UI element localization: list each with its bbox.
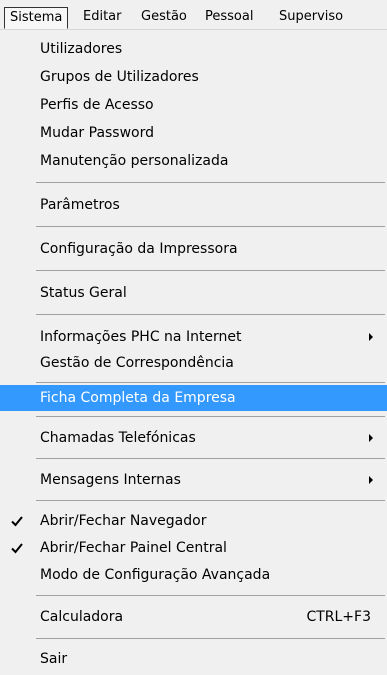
menu-item-label: Chamadas Telefónicas — [40, 430, 196, 446]
checkmark-icon — [11, 543, 23, 554]
menu-item-label: Abrir/Fechar Painel Central — [40, 540, 227, 556]
menu-item-label: Configuração da Impressora — [40, 241, 238, 257]
menu-item-label: Status Geral — [40, 285, 127, 301]
submenu-arrow-icon — [369, 333, 373, 341]
menu-item-calculadora[interactable]: Calculadora CTRL+F3 — [0, 604, 387, 630]
menu-item-label: Mensagens Internas — [40, 472, 181, 488]
menu-item-label: Grupos de Utilizadores — [40, 69, 199, 85]
submenu-arrow-icon — [369, 434, 373, 442]
menu-item-label: Perfis de Acesso — [40, 97, 154, 113]
sistema-dropdown-menu: Utilizadores Grupos de Utilizadores Perf… — [0, 30, 387, 675]
menu-separator — [36, 416, 385, 417]
menu-separator — [36, 458, 385, 459]
menu-item-perfis-de-acesso[interactable]: Perfis de Acesso — [0, 92, 387, 118]
menu-item-label: Sair — [40, 651, 68, 667]
menu-item-mudar-password[interactable]: Mudar Password — [0, 120, 387, 146]
menu-item-label: Manutenção personalizada — [40, 153, 229, 169]
menu-separator — [36, 314, 385, 315]
menu-separator — [36, 270, 385, 271]
menu-bar: Sistema Editar Gestão Pessoal Superviso — [0, 0, 387, 30]
menu-item-abrir-fechar-painel-central[interactable]: Abrir/Fechar Painel Central — [0, 535, 387, 561]
menu-editar[interactable]: Editar — [78, 7, 127, 29]
menu-gestao[interactable]: Gestão — [136, 7, 192, 29]
menu-item-sair[interactable]: Sair — [0, 646, 387, 672]
submenu-arrow-icon — [369, 476, 373, 484]
menu-item-chamadas-telefonicas[interactable]: Chamadas Telefónicas — [0, 425, 387, 451]
menu-item-informacoes-phc-na-internet[interactable]: Informações PHC na Internet — [0, 324, 387, 350]
menu-item-label: Modo de Configuração Avançada — [40, 567, 271, 583]
checkmark-icon — [11, 516, 23, 527]
menu-item-abrir-fechar-navegador[interactable]: Abrir/Fechar Navegador — [0, 508, 387, 534]
menu-item-grupos-de-utilizadores[interactable]: Grupos de Utilizadores — [0, 64, 387, 90]
menu-item-label: Utilizadores — [40, 41, 123, 57]
menu-separator — [36, 595, 385, 596]
menu-sistema[interactable]: Sistema — [4, 7, 69, 29]
menu-item-modo-de-configuracao-avancada[interactable]: Modo de Configuração Avançada — [0, 562, 387, 588]
menu-item-utilizadores[interactable]: Utilizadores — [0, 36, 387, 62]
menu-item-manutencao-personalizada[interactable]: Manutenção personalizada — [0, 148, 387, 174]
menu-item-label: Ficha Completa da Empresa — [40, 390, 236, 406]
menu-separator — [36, 382, 385, 383]
menu-item-ficha-completa-da-empresa[interactable]: Ficha Completa da Empresa — [0, 385, 387, 411]
menu-item-status-geral[interactable]: Status Geral — [0, 280, 387, 306]
menu-item-label: Abrir/Fechar Navegador — [40, 513, 207, 529]
menu-superviso[interactable]: Superviso — [274, 7, 348, 29]
menu-item-label: Informações PHC na Internet — [40, 329, 242, 345]
menu-item-mensagens-internas[interactable]: Mensagens Internas — [0, 467, 387, 493]
menu-separator — [36, 500, 385, 501]
menu-separator — [36, 638, 385, 639]
menu-item-label: Mudar Password — [40, 125, 155, 141]
menu-item-gestao-de-correspondencia[interactable]: Gestão de Correspondência — [0, 350, 387, 376]
menu-pessoal[interactable]: Pessoal — [200, 7, 258, 29]
menu-item-configuracao-da-impressora[interactable]: Configuração da Impressora — [0, 236, 387, 262]
menu-item-label: Calculadora — [40, 609, 124, 625]
menu-item-label: Parâmetros — [40, 197, 120, 213]
menu-item-label: Gestão de Correspondência — [40, 355, 234, 371]
menu-item-parametros[interactable]: Parâmetros — [0, 192, 387, 218]
shortcut-label: CTRL+F3 — [306, 609, 371, 625]
menu-separator — [36, 226, 385, 227]
menu-separator — [36, 182, 385, 183]
